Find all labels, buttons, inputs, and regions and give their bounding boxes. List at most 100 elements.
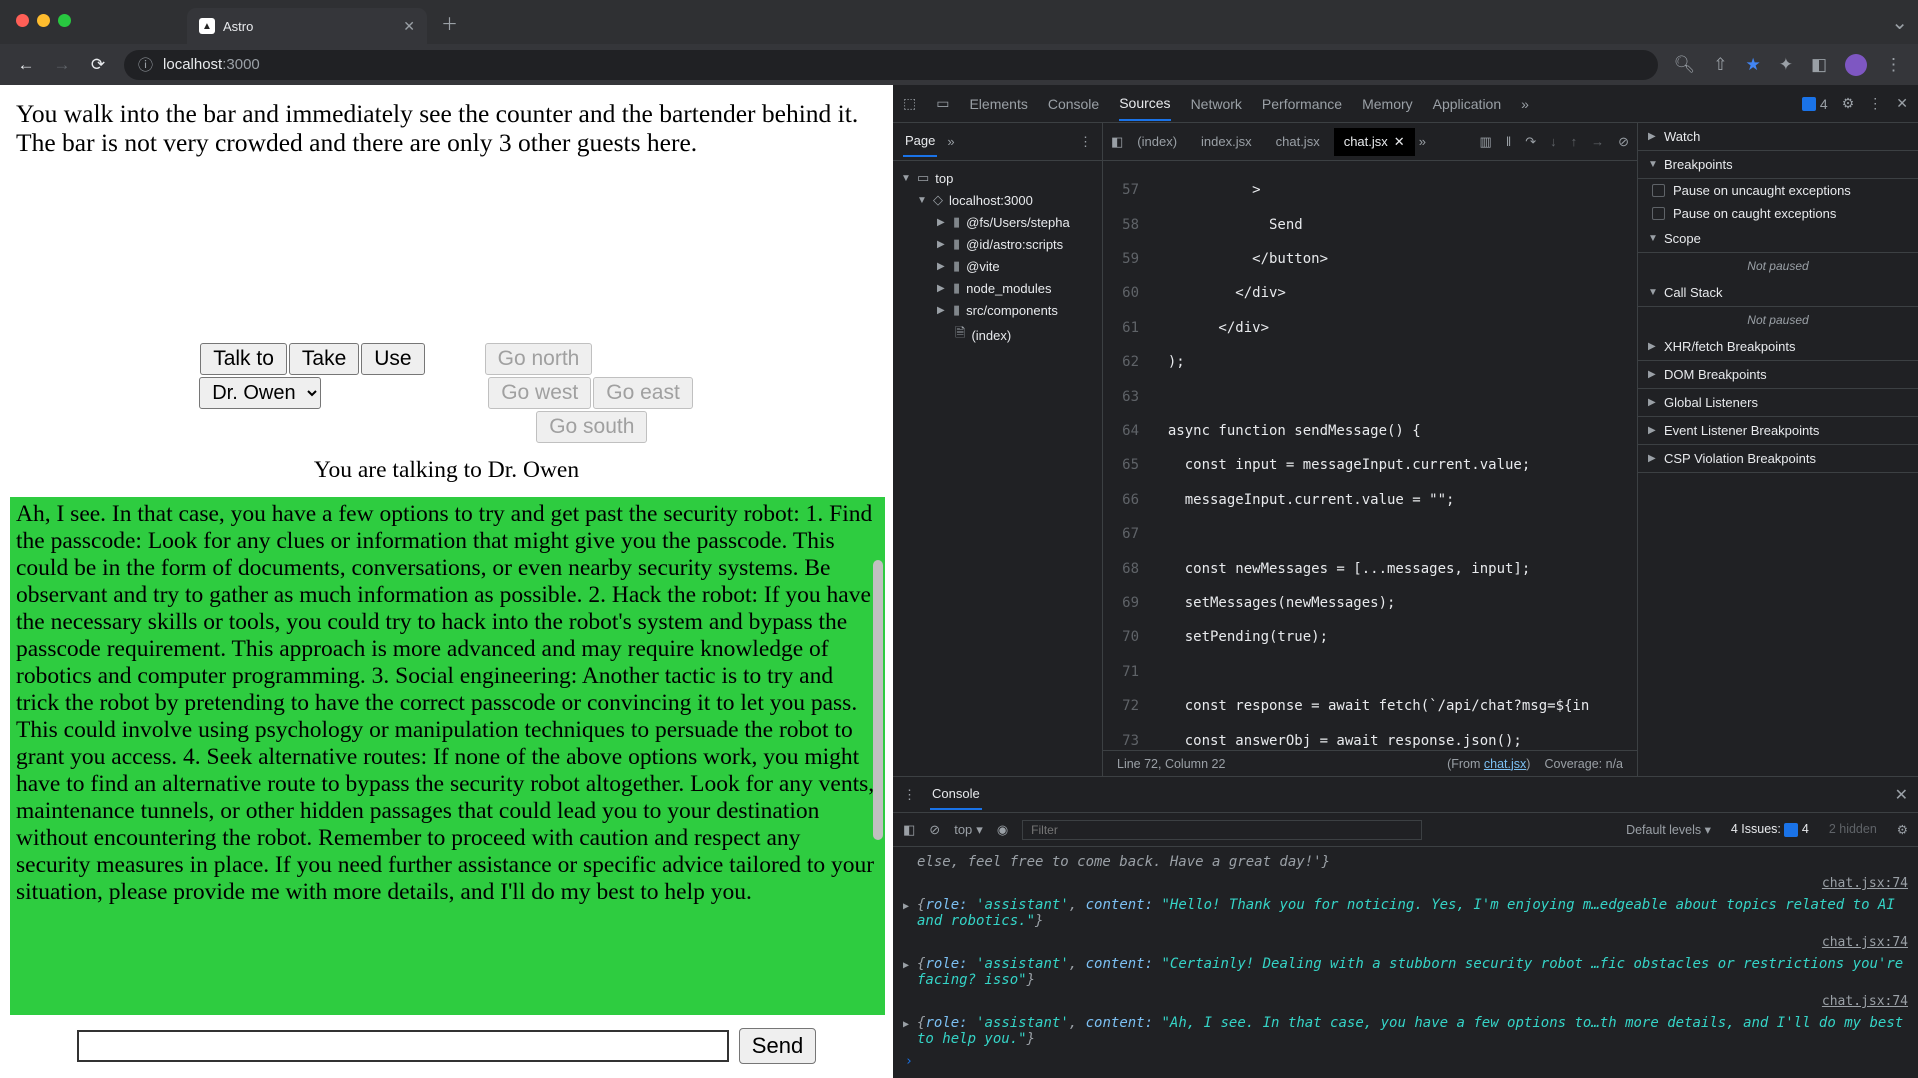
xhr-breakpoints-section[interactable]: ▶XHR/fetch Breakpoints	[1638, 333, 1918, 361]
clear-console-icon[interactable]: ⊘	[929, 822, 940, 838]
console-log-entry[interactable]: ▶ {role: 'assistant', content: "Certainl…	[903, 953, 1908, 991]
inspect-icon[interactable]: ⬚	[903, 95, 916, 112]
elements-tab[interactable]: Elements	[969, 88, 1027, 120]
profile-avatar[interactable]	[1845, 54, 1867, 76]
source-link[interactable]: chat.jsx	[1484, 757, 1526, 771]
step-icon[interactable]: →	[1591, 134, 1604, 150]
step-out-icon[interactable]: ↑	[1571, 134, 1578, 150]
editor-tab-index[interactable]: (index)	[1127, 128, 1187, 155]
log-levels-dropdown[interactable]: Default levels ▾	[1626, 822, 1711, 837]
console-drawer-tab[interactable]: Console	[930, 779, 982, 810]
scrollbar[interactable]	[873, 560, 883, 980]
dom-breakpoints-section[interactable]: ▶DOM Breakpoints	[1638, 361, 1918, 389]
console-log-entry[interactable]: chat.jsx:74	[903, 932, 1908, 953]
network-tab[interactable]: Network	[1191, 88, 1242, 120]
toggle-debugger-icon[interactable]: ▥	[1480, 134, 1492, 150]
site-info-icon[interactable]: ⓘ	[138, 54, 153, 75]
tree-src-components[interactable]: ▶▮src/components	[893, 299, 1102, 321]
call-stack-section[interactable]: ▼Call Stack	[1638, 279, 1918, 307]
editor-tab-chatjsx-1[interactable]: chat.jsx	[1266, 128, 1330, 155]
toggle-navigator-icon[interactable]: ◧	[1111, 134, 1123, 150]
browser-menu-icon[interactable]: ⋮	[1885, 55, 1902, 75]
sidepanel-icon[interactable]: ◧	[1811, 55, 1827, 75]
step-over-icon[interactable]: ↷	[1525, 134, 1536, 150]
console-settings-icon[interactable]: ⚙	[1897, 822, 1908, 837]
devtools-menu-icon[interactable]: ⋮	[1868, 95, 1882, 112]
device-toolbar-icon[interactable]: ▭	[936, 95, 949, 112]
step-into-icon[interactable]: ↓	[1550, 134, 1557, 150]
deactivate-breakpoints-icon[interactable]: ⊘	[1618, 134, 1629, 150]
macos-minimize-button[interactable]	[37, 14, 50, 27]
settings-icon[interactable]: ⚙	[1842, 95, 1855, 112]
console-close-icon[interactable]: ✕	[1895, 785, 1908, 805]
console-menu-icon[interactable]: ⋮	[903, 787, 916, 803]
extensions-icon[interactable]: ✦	[1779, 55, 1793, 75]
talk-to-button[interactable]: Talk to	[200, 343, 287, 375]
console-log-entry[interactable]: ▶ {role: 'assistant', content: "Ah, I se…	[903, 1012, 1908, 1050]
go-north-button[interactable]: Go north	[485, 343, 593, 375]
sources-tab[interactable]: Sources	[1119, 87, 1170, 121]
console-log-entry[interactable]: else, feel free to come back. Have a gre…	[903, 851, 1908, 873]
scope-section[interactable]: ▼Scope	[1638, 225, 1918, 253]
address-bar[interactable]: ⓘ localhost:3000	[124, 50, 1658, 80]
log-source-link[interactable]: chat.jsx:74	[1808, 935, 1908, 950]
issues-link[interactable]: 4 Issues: 4	[1731, 822, 1809, 837]
editor-tab-indexjsx[interactable]: index.jsx	[1191, 128, 1262, 155]
performance-tab[interactable]: Performance	[1262, 88, 1342, 120]
tab-close-icon[interactable]: ✕	[403, 18, 415, 35]
browser-tab[interactable]: ▲ Astro ✕	[187, 8, 427, 44]
back-button[interactable]: ←	[16, 55, 36, 75]
console-log-entry[interactable]: chat.jsx:74	[903, 873, 1908, 894]
pause-icon[interactable]: ‖	[1506, 134, 1511, 150]
hidden-count[interactable]: 2 hidden	[1829, 822, 1877, 837]
pause-caught-checkbox[interactable]: Pause on caught exceptions	[1638, 202, 1918, 225]
console-log-entry[interactable]: chat.jsx:74	[903, 991, 1908, 1012]
code-editor[interactable]: 57 > 58 Send 59 </button> 60 </div> 61 <…	[1103, 161, 1637, 750]
more-nav-icon[interactable]: »	[947, 134, 954, 149]
log-source-link[interactable]: chat.jsx:74	[1808, 876, 1908, 891]
tree-vite[interactable]: ▶▮@vite	[893, 255, 1102, 277]
go-south-button[interactable]: Go south	[536, 411, 647, 443]
message-input[interactable]	[77, 1030, 729, 1062]
more-tabs-icon[interactable]: »	[1521, 96, 1529, 112]
tree-node-modules[interactable]: ▶▮node_modules	[893, 277, 1102, 299]
console-tab[interactable]: Console	[1048, 88, 1099, 120]
watch-section[interactable]: ▶Watch	[1638, 123, 1918, 151]
tabs-dropdown-icon[interactable]: ⌄	[1891, 10, 1918, 35]
forward-button[interactable]: →	[52, 55, 72, 75]
execution-context[interactable]: top ▾	[954, 822, 983, 838]
tree-id-scripts[interactable]: ▶▮@id/astro:scripts	[893, 233, 1102, 255]
console-sidebar-icon[interactable]: ◧	[903, 822, 915, 838]
global-listeners-section[interactable]: ▶Global Listeners	[1638, 389, 1918, 417]
csp-violation-bp-section[interactable]: ▶CSP Violation Breakpoints	[1638, 445, 1918, 473]
character-select[interactable]: Dr. Owen	[199, 377, 321, 409]
reload-button[interactable]: ⟳	[88, 55, 108, 75]
more-editor-tabs-icon[interactable]: »	[1419, 134, 1426, 149]
issues-badge[interactable]: 4	[1802, 96, 1828, 112]
search-icon[interactable]: 🔍︎	[1674, 55, 1696, 75]
console-log-entry[interactable]: ▶ {role: 'assistant', content: "Hello! T…	[903, 894, 1908, 932]
go-west-button[interactable]: Go west	[488, 377, 591, 409]
tree-index-file[interactable]: 🗎(index)	[893, 321, 1102, 349]
log-source-link[interactable]: chat.jsx:74	[1808, 994, 1908, 1009]
tree-top[interactable]: ▼▭top	[893, 167, 1102, 189]
go-east-button[interactable]: Go east	[593, 377, 693, 409]
use-button[interactable]: Use	[361, 343, 424, 375]
nav-menu-icon[interactable]: ⋮	[1079, 134, 1092, 150]
send-button[interactable]: Send	[739, 1028, 816, 1064]
breakpoints-section[interactable]: ▼Breakpoints	[1638, 151, 1918, 179]
memory-tab[interactable]: Memory	[1362, 88, 1413, 120]
application-tab[interactable]: Application	[1433, 88, 1502, 120]
editor-tab-chatjsx-2[interactable]: chat.jsx✕	[1334, 128, 1415, 156]
tree-fs[interactable]: ▶▮@fs/Users/stepha	[893, 211, 1102, 233]
pause-uncaught-checkbox[interactable]: Pause on uncaught exceptions	[1638, 179, 1918, 202]
console-prompt[interactable]: ›	[903, 1050, 1908, 1069]
new-tab-button[interactable]: ＋	[441, 10, 458, 35]
share-icon[interactable]: ⇧	[1713, 55, 1727, 75]
bookmark-star-icon[interactable]: ★	[1745, 55, 1760, 75]
devtools-close-icon[interactable]: ✕	[1896, 95, 1908, 112]
console-filter-input[interactable]	[1022, 820, 1422, 840]
macos-close-button[interactable]	[16, 14, 29, 27]
close-tab-icon[interactable]: ✕	[1394, 134, 1405, 149]
take-button[interactable]: Take	[289, 343, 359, 375]
